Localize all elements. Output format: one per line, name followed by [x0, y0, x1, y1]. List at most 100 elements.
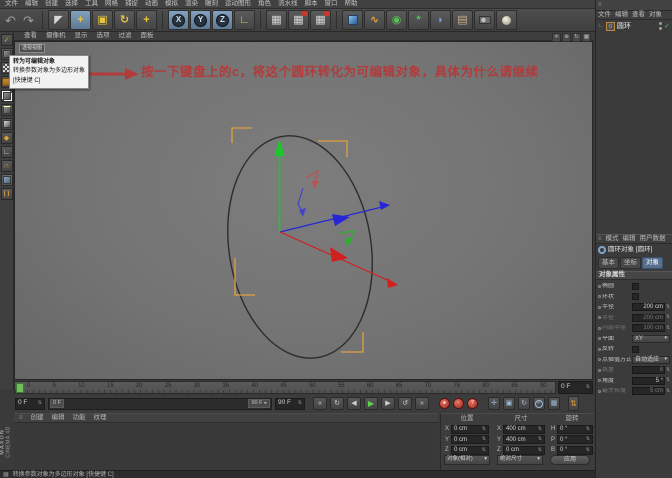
- edges-mode-button[interactable]: [0, 104, 13, 116]
- ring-checkbox[interactable]: [632, 293, 639, 300]
- viewport-menu-item[interactable]: 面板: [141, 32, 154, 40]
- tab-coordinates[interactable]: 坐标: [620, 257, 641, 269]
- render-to-picture-viewer-button[interactable]: ▦: [288, 10, 309, 30]
- go-to-end-button[interactable]: »: [415, 397, 429, 410]
- snap-settings-button[interactable]: [0, 174, 13, 186]
- current-frame-field[interactable]: 0 F ⇅: [558, 381, 593, 394]
- convert-to-editable-button[interactable]: ✓: [0, 34, 13, 46]
- viewport-menu-item[interactable]: 过滤: [119, 32, 132, 40]
- y-axis-arrow[interactable]: [274, 139, 285, 156]
- key-position-toggle[interactable]: ✛: [488, 397, 500, 410]
- menu-item[interactable]: 窗口: [325, 0, 338, 8]
- attribute-menu-item[interactable]: 用户数据: [640, 235, 666, 243]
- object-manager-menu-item[interactable]: 编辑: [615, 11, 628, 19]
- coordinate-system-button[interactable]: ∟: [234, 10, 255, 30]
- z-axis-handle[interactable]: [279, 205, 387, 233]
- timeline-ruler[interactable]: 0 5 10 15 20 25 30 35 40 45 50 55 60 65 70 75 80 85 90: [14, 381, 556, 394]
- record-keyframe-button[interactable]: ●: [439, 398, 450, 409]
- zoom-view-icon[interactable]: ⊕: [562, 33, 571, 42]
- key-rotation-toggle[interactable]: ↻: [518, 397, 530, 410]
- panel-menu-icon[interactable]: ≡: [598, 2, 602, 8]
- spinner-icon[interactable]: ⇅: [298, 401, 302, 406]
- autokey-button[interactable]: ◦: [453, 398, 464, 409]
- position-z-field[interactable]: 0 cm ⇅: [451, 445, 489, 455]
- keyframe-dot[interactable]: [598, 337, 601, 340]
- nurbs-generator-button[interactable]: ◗: [430, 10, 451, 30]
- tab-object[interactable]: 对象: [642, 257, 663, 269]
- redo-icon[interactable]: ↷: [20, 14, 37, 27]
- spinner-icon[interactable]: ⇅: [666, 304, 670, 310]
- material-menu-item[interactable]: 功能: [73, 414, 86, 422]
- enabled-check-icon[interactable]: ✓: [664, 23, 670, 30]
- pan-view-icon[interactable]: ✛: [552, 33, 561, 42]
- object-row-circle[interactable]: ∟ ○ 圆环 ✓: [596, 20, 672, 32]
- menu-item[interactable]: 帮助: [345, 0, 358, 8]
- menu-item[interactable]: 选择: [65, 0, 78, 8]
- size-mode-dropdown[interactable]: 绝对尺寸 ▾: [497, 455, 543, 465]
- keyframe-dot[interactable]: [598, 316, 601, 319]
- last-tool-button[interactable]: +: [136, 10, 157, 30]
- object-label[interactable]: 圆环: [617, 23, 631, 30]
- spinner-icon[interactable]: ⇅: [38, 401, 42, 406]
- material-menu-item[interactable]: 创建: [31, 414, 44, 422]
- viewport-solo-button[interactable]: ( ): [0, 188, 13, 200]
- coordinate-mode-dropdown[interactable]: 对象(相对) ▾: [444, 455, 490, 465]
- angle-field[interactable]: 5 °: [632, 376, 665, 385]
- position-y-field[interactable]: 0 cm ⇅: [451, 435, 489, 444]
- keyframe-dot[interactable]: [598, 284, 601, 288]
- lock-x-axis-button[interactable]: X: [168, 10, 189, 30]
- spline-pen-button[interactable]: ∿: [364, 10, 385, 30]
- viewport-menu-item[interactable]: 查看: [24, 32, 37, 40]
- menu-item[interactable]: 编辑: [25, 0, 38, 8]
- key-parameter-toggle[interactable]: P: [533, 397, 545, 410]
- range-start-handle[interactable]: 0 F: [50, 399, 64, 408]
- scale-tool-button[interactable]: ▣: [92, 10, 113, 30]
- menu-item[interactable]: 捕捉: [125, 0, 138, 8]
- move-tool-button[interactable]: +: [70, 10, 91, 30]
- viewport[interactable]: 透视视图: [14, 41, 593, 380]
- deformer-button[interactable]: *: [408, 10, 429, 30]
- previous-frame-button[interactable]: ◀: [347, 397, 361, 410]
- size-z-field[interactable]: 0 cm ⇅: [503, 445, 545, 455]
- size-x-field[interactable]: 400 cm ⇅: [503, 424, 545, 434]
- panel-menu-icon[interactable]: ≡: [19, 415, 23, 421]
- viewport-menu-item[interactable]: 显示: [75, 32, 88, 40]
- points-mode-button[interactable]: [0, 90, 13, 102]
- menu-item[interactable]: 流水线: [278, 0, 298, 8]
- keyframe-dot[interactable]: [598, 295, 601, 298]
- snap-magnet-button[interactable]: ∩: [0, 160, 13, 172]
- attribute-menu-item[interactable]: 模式: [606, 235, 619, 243]
- undo-icon[interactable]: ↶: [2, 14, 19, 27]
- lock-z-axis-button[interactable]: Z: [212, 10, 233, 30]
- play-button[interactable]: ▶: [364, 397, 378, 410]
- visibility-dots[interactable]: [659, 22, 663, 30]
- tab-basic[interactable]: 基本: [598, 257, 619, 269]
- rotation-h-field[interactable]: 0 ° ⇅: [557, 424, 593, 434]
- radius-field[interactable]: 200 cm: [632, 303, 665, 311]
- render-view-button[interactable]: ▦: [266, 10, 287, 30]
- loop-mode-button[interactable]: ↻: [330, 397, 344, 410]
- menu-item[interactable]: 文件: [5, 0, 18, 8]
- render-settings-button[interactable]: ▦: [310, 10, 331, 30]
- keyframe-dot[interactable]: [598, 347, 601, 351]
- start-frame-field[interactable]: 0 F ⇅: [15, 397, 45, 410]
- panel-menu-icon[interactable]: ≡: [598, 236, 602, 242]
- size-y-field[interactable]: 400 cm ⇅: [503, 435, 545, 444]
- spinner-icon[interactable]: ⇅: [586, 385, 590, 390]
- menu-item[interactable]: 创建: [45, 0, 58, 8]
- enable-axis-button[interactable]: ∟: [0, 146, 13, 158]
- live-selection-button[interactable]: ◤: [48, 10, 69, 30]
- plane-dropdown[interactable]: XY ▾: [632, 334, 670, 343]
- material-menu-item[interactable]: 纹理: [94, 414, 107, 422]
- menu-item[interactable]: 工具: [85, 0, 98, 8]
- position-x-field[interactable]: 0 cm ⇅: [451, 424, 489, 434]
- polygons-mode-button[interactable]: [0, 118, 13, 130]
- menu-item[interactable]: 渲染: [185, 0, 198, 8]
- play-mode-button[interactable]: ↺: [398, 397, 412, 410]
- ellipse-checkbox[interactable]: [632, 282, 639, 290]
- object-manager-menu-item[interactable]: 对象: [649, 11, 662, 19]
- keyframe-dot[interactable]: [598, 379, 601, 382]
- end-frame-field[interactable]: 90 F ⇅: [275, 397, 305, 410]
- keyframe-dot[interactable]: [598, 389, 601, 393]
- keyframe-dot[interactable]: [598, 326, 601, 330]
